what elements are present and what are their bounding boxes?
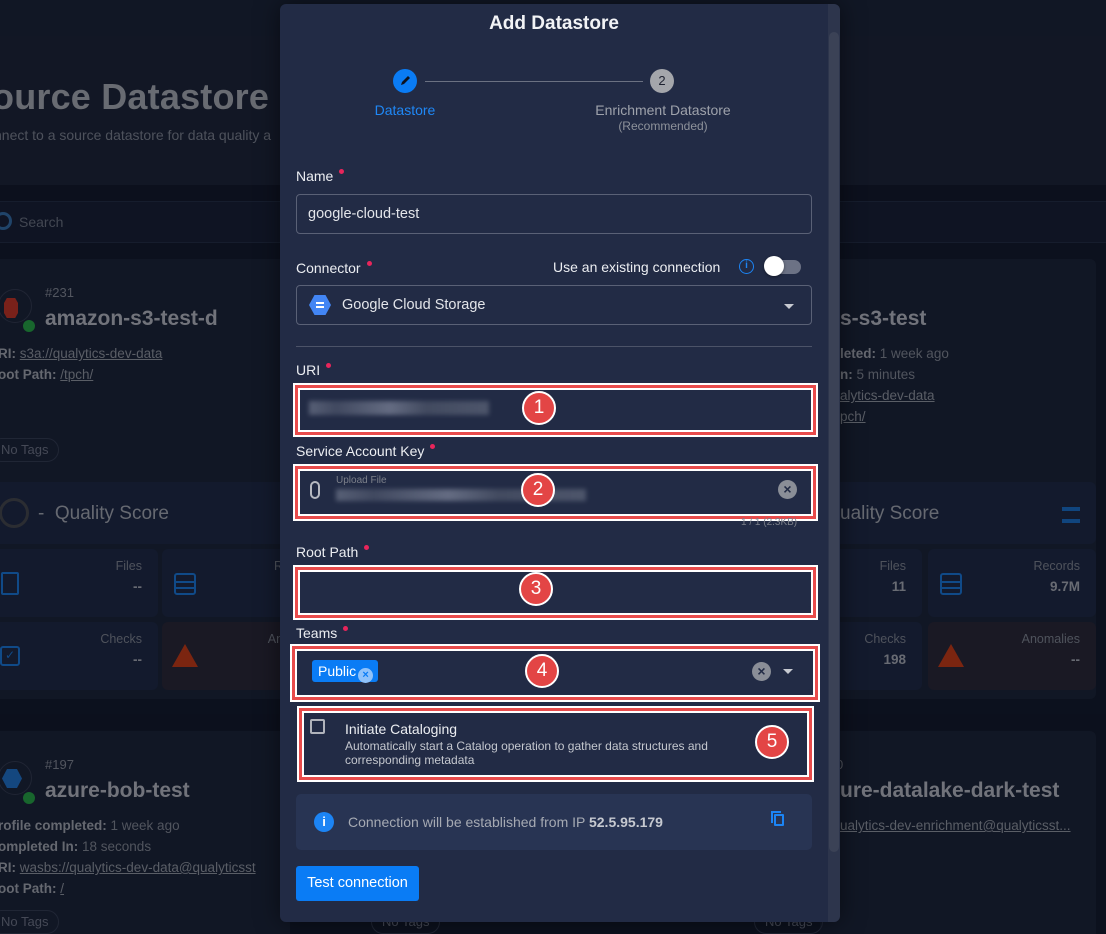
uri-label: URI: [296, 362, 332, 378]
teams-label: Teams: [296, 625, 349, 641]
stepper-connector: [425, 81, 643, 82]
chevron-down-icon[interactable]: [784, 304, 794, 309]
required-indicator: [366, 261, 372, 266]
annotation-badge-3: 3: [519, 572, 553, 606]
required-indicator: [430, 444, 436, 449]
annotation-highlight-3: [293, 565, 818, 620]
copy-icon[interactable]: [771, 811, 784, 826]
pencil-icon: [401, 76, 410, 85]
root-path-label: Root Path: [296, 544, 370, 560]
required-indicator: [343, 626, 349, 631]
ip-address: 52.5.95.179: [588, 814, 663, 830]
info-icon: i: [314, 812, 334, 832]
annotation-highlight-5: [297, 706, 814, 782]
name-input-value: google-cloud-test: [308, 206, 420, 222]
annotation-badge-5: 5: [755, 725, 789, 759]
connection-info-text: Connection will be established from IP 5…: [348, 814, 663, 830]
file-meta: 1 / 1 (2.3KB): [741, 517, 798, 528]
name-label: Name: [296, 168, 345, 184]
google-cloud-storage-icon: [309, 295, 331, 315]
connector-value: Google Cloud Storage: [342, 297, 486, 313]
use-existing-connection-label: Use an existing connection: [553, 259, 721, 275]
annotation-badge-1: 1: [522, 391, 556, 425]
step-enrichment[interactable]: 2: [650, 69, 674, 93]
step-enrichment-sublabel: (Recommended): [618, 119, 708, 133]
annotation-badge-4: 4: [525, 654, 559, 688]
required-indicator: [364, 545, 370, 550]
add-datastore-modal: Add Datastore 2 Datastore Enrichment Dat…: [280, 4, 840, 922]
required-indicator: [326, 363, 332, 368]
step-datastore[interactable]: [393, 69, 417, 93]
form-divider: [296, 346, 812, 347]
step-enrichment-label: Enrichment Datastore: [595, 102, 731, 118]
connector-select[interactable]: Google Cloud Storage: [296, 285, 812, 325]
step-datastore-label: Datastore: [374, 102, 436, 118]
toggle-knob[interactable]: [764, 256, 784, 276]
info-icon[interactable]: i: [739, 259, 754, 274]
annotation-badge-2: 2: [521, 473, 555, 507]
connector-label: Connector: [296, 260, 372, 276]
connection-info-box: i Connection will be established from IP…: [296, 794, 812, 850]
modal-scrollbar-thumb[interactable]: [829, 32, 839, 852]
name-input[interactable]: google-cloud-test: [296, 194, 812, 234]
service-account-key-label: Service Account Key: [296, 443, 436, 459]
modal-title: Add Datastore: [489, 13, 619, 34]
required-indicator: [339, 169, 345, 174]
test-connection-button[interactable]: Test connection: [296, 866, 419, 901]
annotation-highlight-2: [293, 464, 818, 521]
